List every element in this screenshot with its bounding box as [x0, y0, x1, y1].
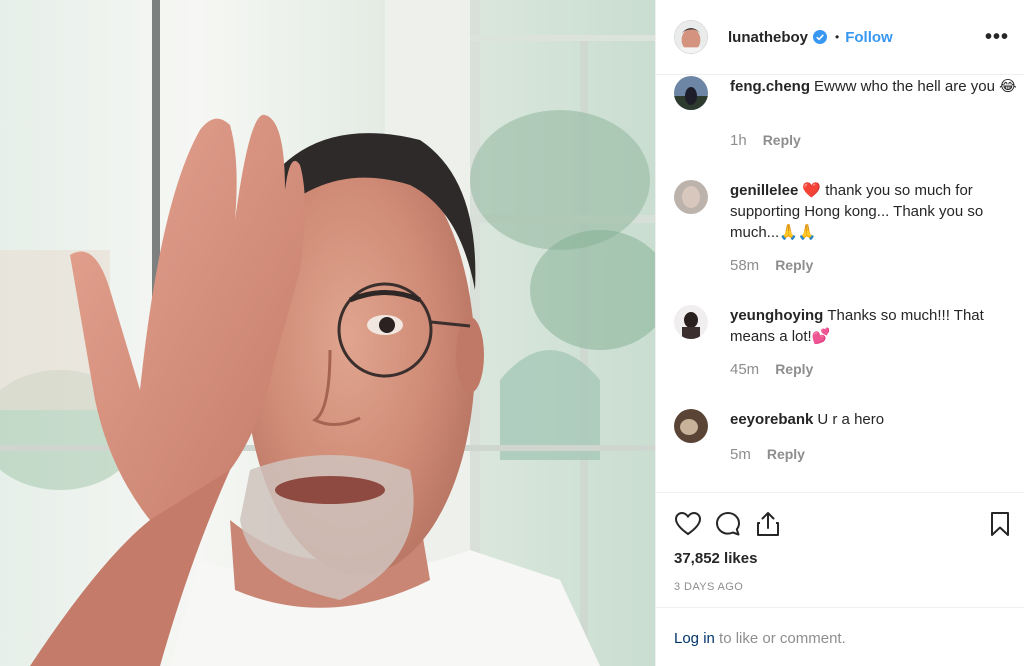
- more-options-icon[interactable]: •••: [985, 27, 1009, 47]
- comment-time: 58m: [730, 257, 760, 274]
- comment-meta: 58m Reply: [730, 257, 813, 274]
- reply-button[interactable]: Reply: [775, 257, 813, 273]
- post-timestamp: 3 DAYS AGO: [674, 581, 744, 593]
- share-icon[interactable]: [754, 510, 782, 538]
- post-header: lunatheboy • Follow •••: [656, 0, 1024, 75]
- comment-text: eeyorebank U r a hero: [730, 409, 1020, 430]
- comment-time: 5m: [730, 446, 751, 463]
- author-avatar[interactable]: [674, 20, 708, 54]
- comment-time: 1h: [730, 132, 747, 149]
- comment-username[interactable]: genillelee: [730, 182, 798, 199]
- login-link[interactable]: Log in: [674, 630, 715, 647]
- comment-meta: 45m Reply: [730, 361, 813, 378]
- commenter-avatar[interactable]: [674, 305, 708, 339]
- comment-username[interactable]: feng.cheng: [730, 78, 810, 95]
- comment-meta: 1h Reply: [730, 132, 801, 149]
- commenter-avatar[interactable]: [674, 180, 708, 214]
- reply-button[interactable]: Reply: [775, 361, 813, 377]
- commenter-avatar[interactable]: [674, 409, 708, 443]
- verified-badge-icon: [813, 30, 828, 44]
- comment-content: Ewww who the hell are you 😂: [814, 78, 1017, 95]
- comment-text: yeunghoying Thanks so much!!! That means …: [730, 305, 1020, 347]
- login-prompt: Log in to like or comment.: [656, 607, 1024, 666]
- comment-text: genillelee ❤️ thank you so much for suppo…: [730, 180, 1020, 243]
- reply-button[interactable]: Reply: [763, 132, 801, 148]
- heart-icon[interactable]: [674, 510, 702, 538]
- post-actions: 37,852 likes 3 DAYS AGO Log in to like o…: [656, 492, 1024, 666]
- comment-text: feng.cheng Ewww who the hell are you 😂: [730, 76, 1020, 97]
- post-side-panel: lunatheboy • Follow ••• feng.cheng Ewww w…: [655, 0, 1024, 666]
- comment-bubble-icon[interactable]: [714, 510, 742, 538]
- likes-count[interactable]: 37,852 likes: [674, 550, 757, 567]
- selfie-image: [0, 0, 655, 666]
- separator-dot: •: [835, 30, 840, 44]
- reply-button[interactable]: Reply: [767, 446, 805, 462]
- commenter-avatar[interactable]: [674, 76, 708, 110]
- action-icons-row: [674, 510, 1019, 538]
- comment-time: 45m: [730, 361, 760, 378]
- comment-content: U r a hero: [817, 411, 885, 428]
- comments-list: feng.cheng Ewww who the hell are you 😂 1h…: [656, 76, 1024, 492]
- comment-meta: 5m Reply: [730, 446, 805, 463]
- bookmark-icon[interactable]: [986, 510, 1014, 538]
- author-username[interactable]: lunatheboy: [728, 29, 808, 46]
- follow-button[interactable]: Follow: [845, 29, 893, 46]
- comment-username[interactable]: eeyorebank: [730, 411, 813, 428]
- comment-username[interactable]: yeunghoying: [730, 307, 823, 324]
- post-photo: [0, 0, 655, 666]
- login-suffix: to like or comment.: [714, 630, 846, 647]
